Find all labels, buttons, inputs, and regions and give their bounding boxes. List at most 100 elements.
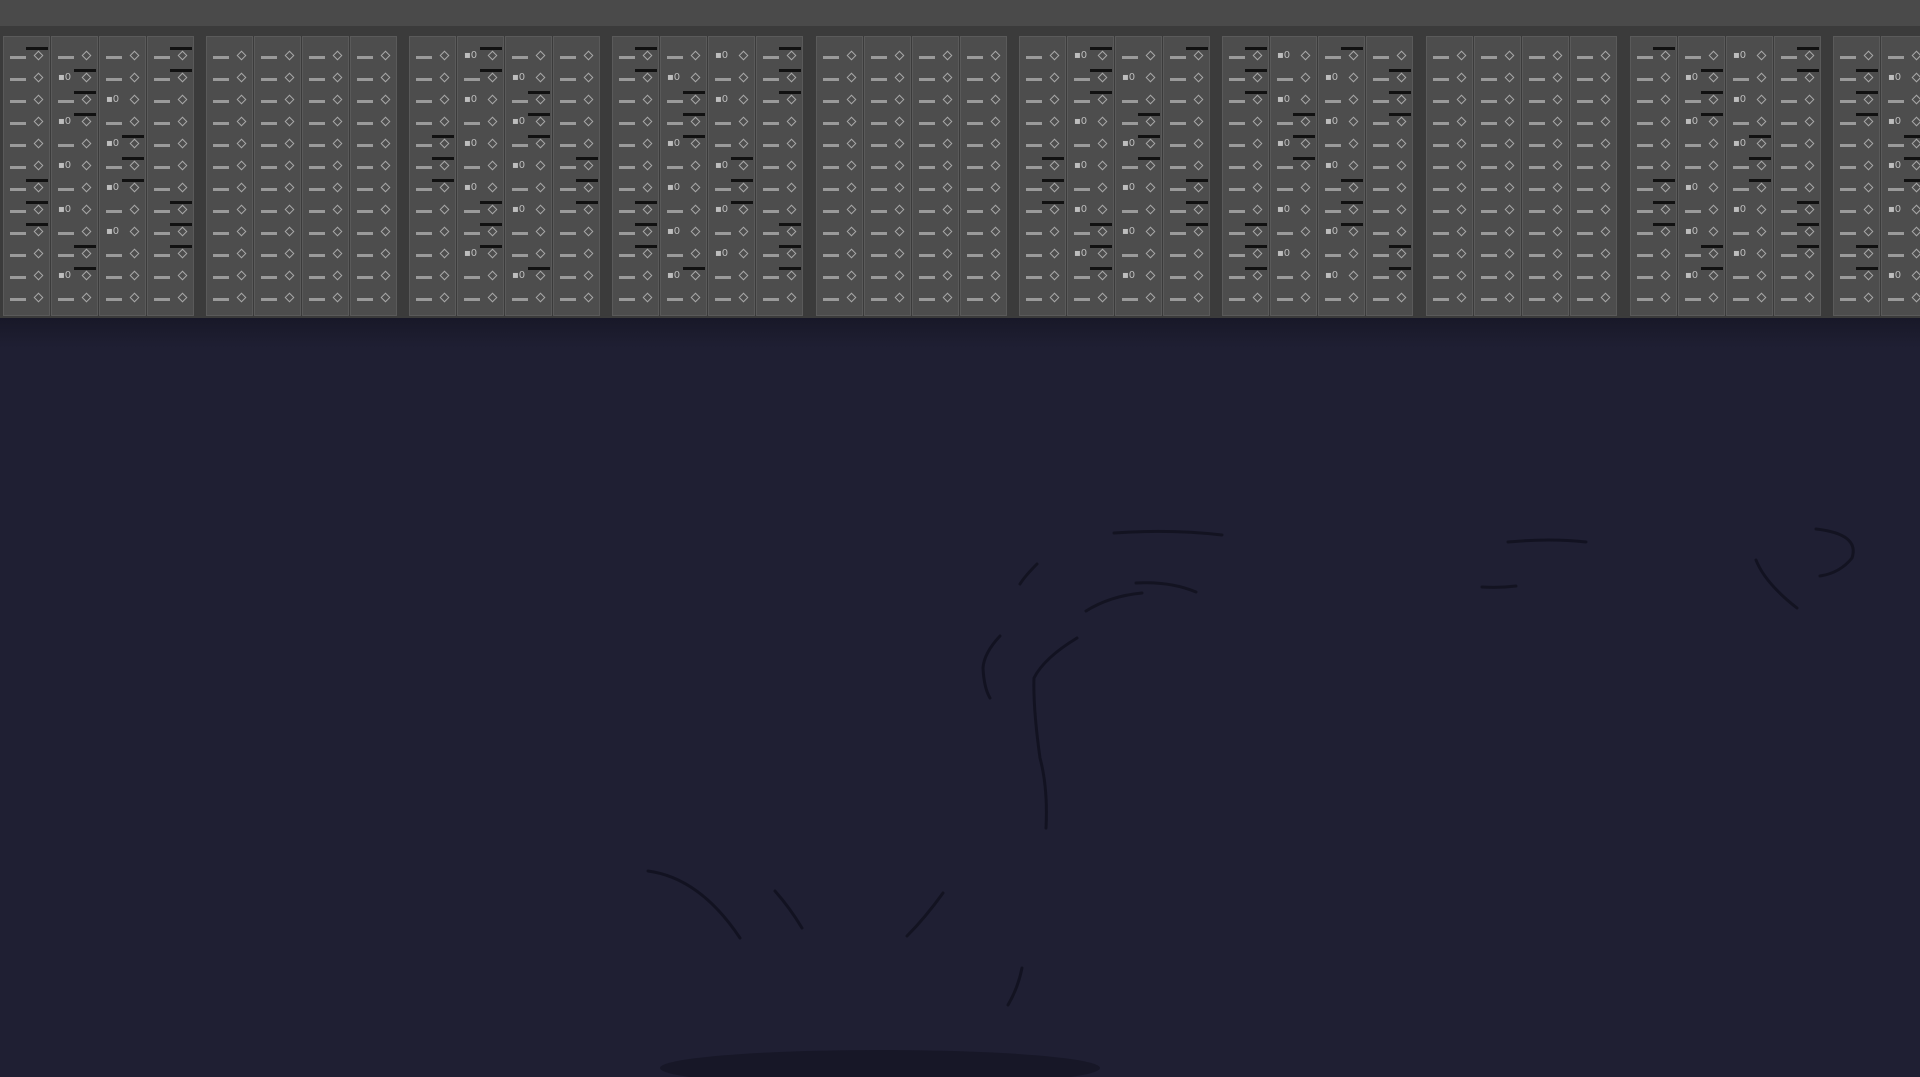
fader-icon[interactable] bbox=[309, 144, 325, 147]
fader-icon[interactable] bbox=[58, 100, 74, 103]
knob-icon[interactable] bbox=[690, 292, 701, 303]
channel-control-row[interactable]: ▪0 bbox=[663, 69, 704, 89]
fader-icon[interactable] bbox=[1373, 298, 1389, 301]
channel-control-row[interactable] bbox=[1369, 245, 1411, 265]
knob-icon[interactable] bbox=[642, 226, 653, 237]
channel-control-row[interactable] bbox=[1477, 113, 1518, 133]
channel-control-row[interactable] bbox=[1166, 91, 1207, 111]
fader-icon[interactable] bbox=[919, 276, 935, 279]
knob-icon[interactable] bbox=[1049, 292, 1060, 303]
fader-icon[interactable] bbox=[1325, 210, 1341, 213]
fader-icon[interactable] bbox=[919, 122, 935, 125]
knob-icon[interactable] bbox=[1456, 204, 1467, 215]
knob-icon[interactable] bbox=[1863, 292, 1874, 303]
knob-icon[interactable] bbox=[1504, 182, 1515, 193]
fader-icon[interactable] bbox=[1026, 78, 1042, 81]
knob-icon[interactable] bbox=[738, 270, 749, 281]
knob-icon[interactable] bbox=[690, 50, 701, 61]
fader-icon[interactable] bbox=[919, 56, 935, 59]
knob-icon[interactable] bbox=[439, 94, 450, 105]
fader-icon[interactable] bbox=[1481, 276, 1497, 279]
fader-icon[interactable] bbox=[1170, 100, 1186, 103]
fader-icon[interactable] bbox=[1781, 56, 1797, 59]
channel-control-row[interactable]: ▪0 bbox=[711, 201, 753, 221]
knob-icon[interactable] bbox=[332, 94, 343, 105]
knob-icon[interactable] bbox=[1504, 138, 1515, 149]
knob-icon[interactable] bbox=[1396, 270, 1407, 281]
channel-control-row[interactable] bbox=[1166, 113, 1207, 133]
channel-control-row[interactable] bbox=[1633, 113, 1674, 133]
channel-control-row[interactable] bbox=[1525, 91, 1566, 111]
channel-control-row[interactable] bbox=[6, 179, 48, 199]
knob-icon[interactable] bbox=[942, 204, 953, 215]
knob-icon[interactable] bbox=[177, 182, 188, 193]
fader-icon[interactable] bbox=[1481, 232, 1497, 235]
channel-control-row[interactable] bbox=[1729, 289, 1770, 309]
channel-control-row[interactable] bbox=[915, 245, 956, 265]
fader-icon[interactable] bbox=[261, 56, 277, 59]
knob-icon[interactable] bbox=[1456, 50, 1467, 61]
knob-icon[interactable] bbox=[1756, 226, 1767, 237]
channel-control-row[interactable] bbox=[759, 157, 800, 177]
knob-icon[interactable] bbox=[1708, 270, 1719, 281]
fader-icon[interactable] bbox=[10, 122, 26, 125]
channel-control-row[interactable] bbox=[1836, 91, 1878, 111]
channel-control-row[interactable] bbox=[1681, 91, 1723, 111]
channel-control-row[interactable] bbox=[6, 47, 48, 67]
fader-icon[interactable] bbox=[823, 100, 839, 103]
fader-icon[interactable] bbox=[1170, 298, 1186, 301]
channel-control-row[interactable] bbox=[1573, 267, 1614, 287]
knob-icon[interactable] bbox=[1049, 94, 1060, 105]
channel-control-row[interactable] bbox=[1429, 157, 1470, 177]
knob-icon[interactable] bbox=[535, 138, 546, 149]
channel-control-row[interactable] bbox=[1070, 135, 1111, 155]
knob-icon[interactable] bbox=[177, 270, 188, 281]
knob-icon[interactable] bbox=[535, 292, 546, 303]
channel-control-row[interactable] bbox=[1729, 157, 1771, 177]
channel-control-row[interactable] bbox=[819, 69, 860, 89]
channel-control-row[interactable] bbox=[663, 113, 705, 133]
channel-control-row[interactable] bbox=[711, 179, 753, 199]
knob-icon[interactable] bbox=[487, 160, 498, 171]
fader-icon[interactable] bbox=[763, 166, 779, 169]
channel-control-row[interactable] bbox=[209, 201, 250, 221]
fader-icon[interactable] bbox=[1733, 276, 1749, 279]
knob-icon[interactable] bbox=[990, 94, 1001, 105]
channel-control-row[interactable] bbox=[1273, 223, 1314, 243]
channel-control-row[interactable] bbox=[1836, 179, 1877, 199]
channel-control-row[interactable] bbox=[1070, 69, 1112, 89]
channel-control-row[interactable] bbox=[150, 69, 192, 89]
channel-control-row[interactable] bbox=[759, 201, 800, 221]
channel-control-row[interactable] bbox=[1225, 47, 1267, 67]
channel-control-row[interactable] bbox=[54, 47, 95, 67]
fader-icon[interactable] bbox=[357, 232, 373, 235]
fader-icon[interactable] bbox=[416, 188, 432, 191]
knob-icon[interactable] bbox=[1193, 138, 1204, 149]
fader-icon[interactable] bbox=[464, 276, 480, 279]
channel-control-row[interactable] bbox=[209, 91, 250, 111]
channel-control-row[interactable] bbox=[6, 289, 47, 309]
fader-icon[interactable] bbox=[1529, 78, 1545, 81]
knob-icon[interactable] bbox=[1348, 204, 1359, 215]
knob-icon[interactable] bbox=[1911, 204, 1920, 215]
knob-icon[interactable] bbox=[177, 292, 188, 303]
channel-control-row[interactable] bbox=[1429, 47, 1470, 67]
knob-icon[interactable] bbox=[1863, 182, 1874, 193]
knob-icon[interactable] bbox=[583, 226, 594, 237]
fader-icon[interactable] bbox=[1026, 276, 1042, 279]
knob-icon[interactable] bbox=[1300, 204, 1311, 215]
knob-icon[interactable] bbox=[129, 116, 140, 127]
channel-control-row[interactable] bbox=[615, 135, 656, 155]
channel-control-row[interactable] bbox=[6, 223, 48, 243]
fader-icon[interactable] bbox=[1026, 188, 1042, 191]
channel-control-row[interactable]: ▪0 bbox=[1273, 91, 1314, 111]
fader-icon[interactable] bbox=[464, 78, 480, 81]
knob-icon[interactable] bbox=[380, 50, 391, 61]
knob-icon[interactable] bbox=[1456, 292, 1467, 303]
fader-icon[interactable] bbox=[871, 144, 887, 147]
channel-control-row[interactable] bbox=[150, 91, 191, 111]
knob-icon[interactable] bbox=[1504, 248, 1515, 259]
knob-icon[interactable] bbox=[1600, 248, 1611, 259]
channel-control-row[interactable] bbox=[819, 157, 860, 177]
knob-icon[interactable] bbox=[1252, 116, 1263, 127]
